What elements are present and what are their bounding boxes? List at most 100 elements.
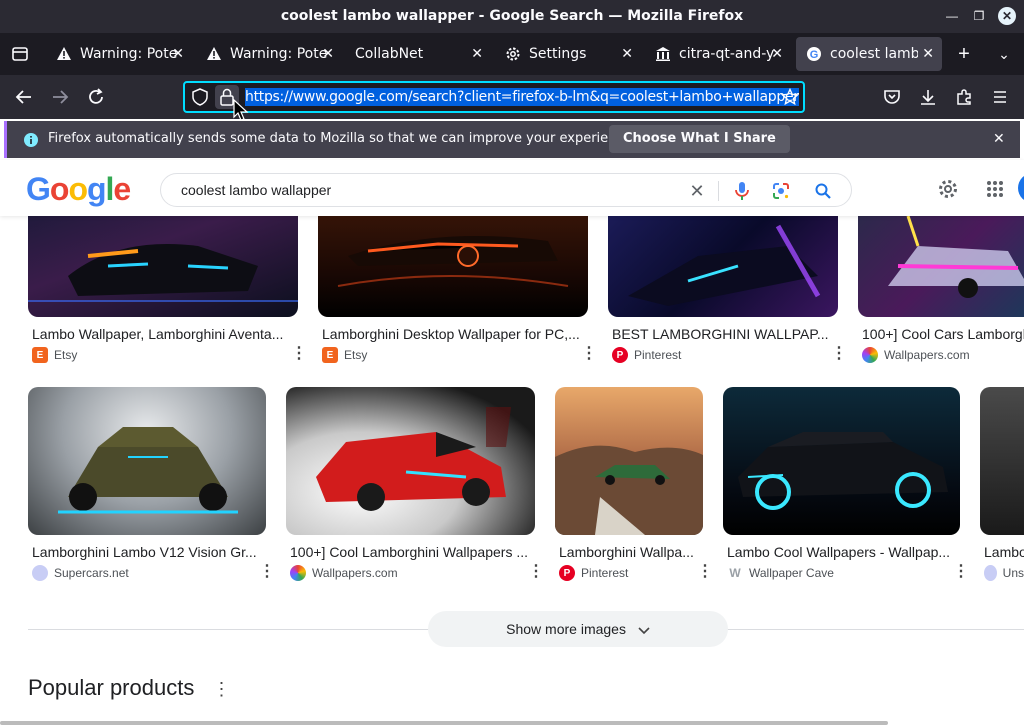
- data-reporting-notification: Firefox automatically sends some data to…: [4, 121, 1020, 158]
- lens-search-icon[interactable]: [771, 181, 791, 201]
- show-more-images-button[interactable]: Show more images: [428, 611, 728, 647]
- more-options-icon[interactable]: ⋮: [528, 564, 544, 580]
- result-source[interactable]: Wallpapers.com: [862, 347, 970, 363]
- reload-icon[interactable]: [84, 85, 108, 109]
- result-thumbnail[interactable]: [723, 387, 960, 535]
- tab-bar: Warning: Poten ✕ Warning: Poten ✕ Collab…: [0, 33, 1024, 75]
- google-apps-icon[interactable]: [983, 177, 1007, 201]
- more-options-icon[interactable]: ⋮: [953, 564, 969, 580]
- result-title[interactable]: Lambo Cool Wallpapers - Wallpap...: [727, 544, 956, 560]
- tab-close-icon[interactable]: ✕: [922, 46, 934, 62]
- window-titlebar: coolest lambo wallapper - Google Search …: [0, 0, 1024, 33]
- result-title[interactable]: 100+] Cool Cars Lamborghi: [862, 326, 1024, 342]
- result-source[interactable]: W Wallpaper Cave: [727, 565, 834, 581]
- wallpapers-icon: [862, 347, 878, 363]
- extensions-icon[interactable]: [952, 85, 976, 109]
- result-thumbnail[interactable]: [555, 387, 703, 535]
- result-thumbnail[interactable]: [318, 216, 588, 317]
- search-icon[interactable]: [813, 181, 833, 201]
- more-options-icon[interactable]: ⋮: [212, 679, 230, 699]
- etsy-icon: E: [322, 347, 338, 363]
- url-bar[interactable]: https://www.google.com/search?client=fir…: [183, 81, 805, 113]
- result-title[interactable]: 100+] Cool Lamborghini Wallpapers ...: [290, 544, 531, 560]
- result-title[interactable]: Lamborghini Wallpa...: [559, 544, 699, 560]
- tab-warning-1[interactable]: Warning: Poten ✕: [46, 37, 192, 71]
- shield-icon[interactable]: [191, 88, 209, 111]
- clear-search-icon[interactable]: ✕: [687, 181, 707, 201]
- result-source[interactable]: P Pinterest: [612, 347, 681, 363]
- tab-settings[interactable]: Settings ✕: [495, 37, 641, 71]
- back-icon[interactable]: [12, 85, 36, 109]
- tab-citra[interactable]: citra-qt-and-yuz ✕: [645, 37, 791, 71]
- divider: [718, 181, 719, 201]
- result-title[interactable]: Lamborghini Lambo V12 Vision Gr...: [32, 544, 262, 560]
- result-thumbnail[interactable]: [980, 387, 1024, 535]
- more-options-icon[interactable]: ⋮: [291, 346, 307, 362]
- result-source[interactable]: E Etsy: [322, 347, 367, 363]
- gear-icon: [505, 46, 521, 62]
- bookmark-star-icon[interactable]: [780, 87, 800, 111]
- minimize-icon[interactable]: —: [943, 7, 961, 25]
- choose-what-i-share-button[interactable]: Choose What I Share: [609, 125, 790, 153]
- more-options-icon[interactable]: ⋮: [697, 564, 713, 580]
- more-options-icon[interactable]: ⋮: [259, 564, 275, 580]
- tab-close-icon[interactable]: ✕: [172, 46, 184, 62]
- google-logo[interactable]: Google: [26, 171, 131, 208]
- tab-close-icon[interactable]: ✕: [621, 46, 633, 62]
- settings-gear-icon[interactable]: [936, 177, 960, 201]
- list-all-tabs-icon[interactable]: ⌄: [992, 42, 1016, 66]
- info-icon: [23, 132, 39, 151]
- popular-products-heading: Popular products ⋮: [28, 675, 230, 701]
- pinterest-icon: P: [612, 347, 628, 363]
- source-label: Pinterest: [634, 348, 682, 362]
- menu-icon[interactable]: [988, 85, 1012, 109]
- close-notification-icon[interactable]: ✕: [993, 130, 1005, 147]
- voice-search-icon[interactable]: [732, 181, 752, 201]
- result-thumbnail[interactable]: [286, 387, 535, 535]
- result-thumbnail[interactable]: [858, 216, 1024, 317]
- result-source[interactable]: P Pinterest: [559, 565, 628, 581]
- tab-warning-2[interactable]: Warning: Poten ✕: [196, 37, 342, 71]
- result-thumbnail[interactable]: [28, 216, 298, 317]
- wallpapers-icon: [290, 565, 306, 581]
- result-source[interactable]: Uns: [984, 565, 1024, 581]
- pinterest-icon: P: [559, 565, 575, 581]
- downloads-icon[interactable]: [916, 85, 940, 109]
- horizontal-scrollbar[interactable]: [0, 721, 888, 725]
- close-window-icon[interactable]: ✕: [998, 7, 1016, 25]
- pocket-icon[interactable]: [880, 85, 904, 109]
- new-tab-icon[interactable]: +: [952, 42, 976, 66]
- source-label: Wallpapers.com: [312, 566, 398, 580]
- svg-text:G: G: [810, 49, 819, 61]
- tab-close-icon[interactable]: ✕: [771, 46, 783, 62]
- tab-collabnet[interactable]: CollabNet ✕: [345, 37, 491, 71]
- url-text[interactable]: https://www.google.com/search?client=fir…: [245, 88, 799, 106]
- notification-text: Firefox automatically sends some data to…: [48, 131, 636, 146]
- more-options-icon[interactable]: ⋮: [831, 346, 847, 362]
- chevron-down-icon: [638, 612, 650, 648]
- result-title[interactable]: Lamborghini Desktop Wallpaper for PC,...: [322, 326, 584, 342]
- navigation-toolbar: https://www.google.com/search?client=fir…: [0, 75, 1024, 121]
- result-title[interactable]: BEST LAMBORGHINI WALLPAP...: [612, 326, 834, 342]
- more-options-icon[interactable]: ⋮: [581, 346, 597, 362]
- result-source[interactable]: Supercars.net: [32, 565, 129, 581]
- source-label: Supercars.net: [54, 566, 129, 580]
- search-box[interactable]: coolest lambo wallapper ✕: [160, 173, 852, 207]
- avatar[interactable]: [1018, 173, 1024, 203]
- result-thumbnail[interactable]: [608, 216, 838, 317]
- source-label: Wallpaper Cave: [749, 566, 834, 580]
- show-more-label: Show more images: [506, 621, 626, 637]
- maximize-icon[interactable]: ❐: [970, 7, 988, 25]
- tab-close-icon[interactable]: ✕: [322, 46, 334, 62]
- forward-icon[interactable]: [48, 85, 72, 109]
- result-thumbnail[interactable]: [28, 387, 266, 535]
- result-source[interactable]: E Etsy: [32, 347, 77, 363]
- result-title[interactable]: Lambo: [984, 544, 1024, 560]
- search-input[interactable]: coolest lambo wallapper: [181, 182, 331, 198]
- result-source[interactable]: Wallpapers.com: [290, 565, 398, 581]
- google-header: Google coolest lambo wallapper ✕: [0, 160, 1024, 216]
- tab-close-icon[interactable]: ✕: [471, 46, 483, 62]
- tab-google-search[interactable]: G coolest lambo w ✕: [796, 37, 942, 71]
- result-title[interactable]: Lambo Wallpaper, Lamborghini Aventa...: [32, 326, 294, 342]
- firefox-view-icon[interactable]: [8, 42, 32, 66]
